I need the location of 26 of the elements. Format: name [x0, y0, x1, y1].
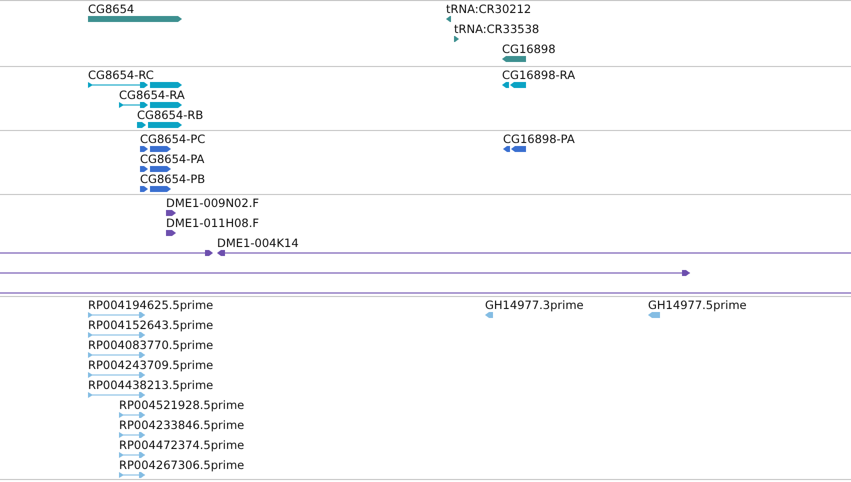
feature-label[interactable]: CG8654-PA	[140, 152, 204, 166]
feature-label[interactable]: CG16898	[502, 42, 556, 56]
feature-label[interactable]: CG8654-RC	[88, 68, 154, 82]
feature-label[interactable]: CG8654	[88, 2, 134, 16]
feature-label[interactable]: CG8654-RA	[119, 88, 185, 102]
feature-label[interactable]: RP004267306.5prime	[119, 458, 244, 472]
feature-label[interactable]: tRNA:CR30212	[446, 2, 532, 16]
feature-label[interactable]: DME1-004K14	[217, 236, 299, 250]
feature-label[interactable]: RP004152643.5prime	[88, 318, 214, 332]
feature-label[interactable]: RP004194625.5prime	[88, 298, 214, 312]
feature-label[interactable]: RP004472374.5prime	[119, 438, 244, 452]
feature-label[interactable]: CG16898-RA	[502, 68, 576, 82]
feature-label[interactable]: RP004233846.5prime	[119, 418, 244, 432]
feature-label[interactable]: tRNA:CR33538	[454, 22, 540, 36]
feature-label[interactable]: CG8654-PC	[140, 132, 206, 146]
feature-label[interactable]: GH14977.3prime	[485, 298, 584, 312]
feature-label[interactable]: RP004521928.5prime	[119, 398, 244, 412]
feature-label[interactable]: GH14977.5prime	[648, 298, 747, 312]
feature-label[interactable]: DME1-009N02.F	[166, 196, 259, 210]
feature-label[interactable]: CG8654-PB	[140, 172, 206, 186]
feature-label[interactable]: RP004243709.5prime	[88, 358, 214, 372]
feature-label[interactable]: CG16898-PA	[503, 132, 575, 146]
feature-label[interactable]: RP004438213.5prime	[88, 378, 214, 392]
feature-label[interactable]: CG8654-RB	[137, 108, 204, 122]
feature-label[interactable]: RP004083770.5prime	[88, 338, 214, 352]
feature-label[interactable]: DME1-011H08.F	[166, 216, 260, 230]
